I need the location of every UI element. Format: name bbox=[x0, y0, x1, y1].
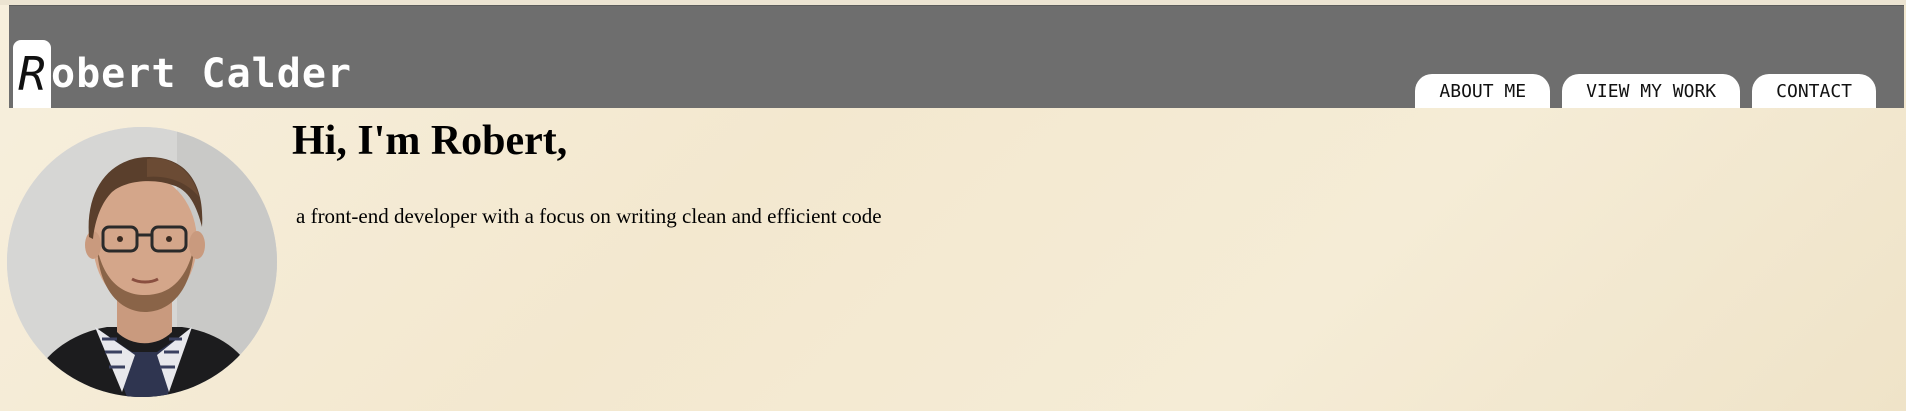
site-logo[interactable]: R obert Calder bbox=[13, 40, 352, 108]
nav-about-me-button[interactable]: ABOUT ME bbox=[1415, 74, 1551, 108]
logo-initial: R bbox=[13, 40, 51, 108]
hero-subtitle: a front-end developer with a focus on wr… bbox=[296, 204, 882, 228]
profile-photo-illustration bbox=[7, 127, 277, 397]
profile-photo bbox=[7, 127, 277, 397]
main-nav: ABOUT ME VIEW MY WORK CONTACT bbox=[1415, 74, 1876, 108]
nav-contact-button[interactable]: CONTACT bbox=[1752, 74, 1876, 108]
hero-title: Hi, I'm Robert, bbox=[292, 118, 568, 164]
site-header: R obert Calder ABOUT ME VIEW MY WORK CON… bbox=[9, 5, 1904, 108]
nav-view-my-work-button[interactable]: VIEW MY WORK bbox=[1562, 74, 1741, 108]
logo-name: obert Calder bbox=[51, 51, 352, 97]
